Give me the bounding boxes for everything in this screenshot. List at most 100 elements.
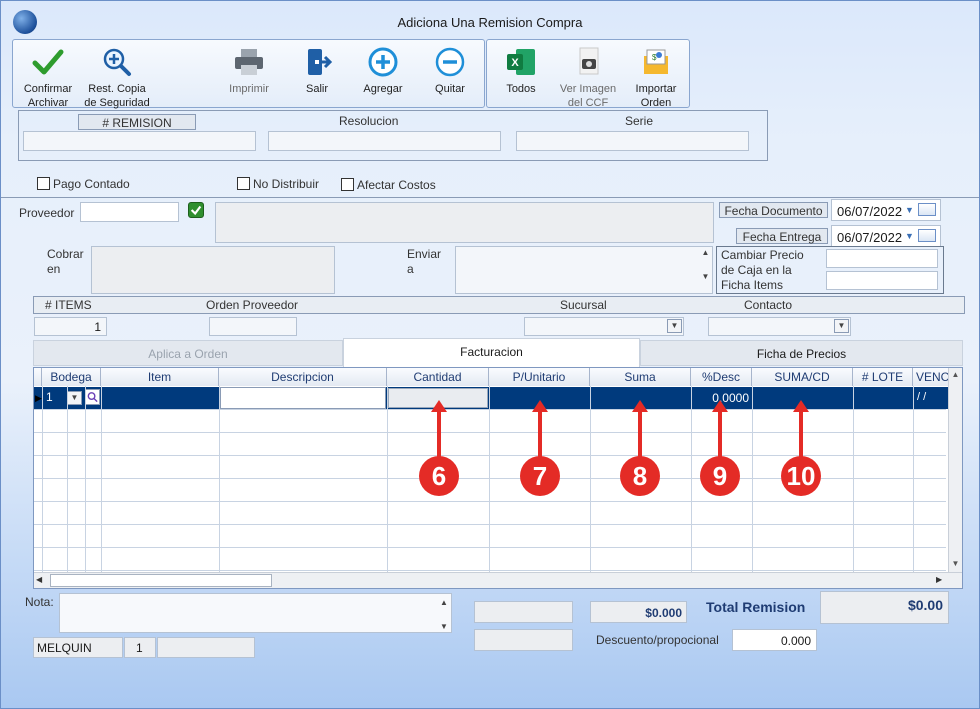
- view-image-label: Ver Imagen del CCF: [559, 83, 617, 109]
- bodega-cell[interactable]: 1: [43, 387, 66, 409]
- marker-9: 9: [700, 456, 740, 496]
- toolbar-main: Confirmar Archivar Rest. Copia de Seguri…: [12, 39, 485, 110]
- items-header-bar: # ITEMS Orden Proveedor Sucursal Contact…: [33, 296, 965, 314]
- resolucion-field[interactable]: [268, 131, 501, 151]
- import-order-icon: $: [644, 49, 668, 74]
- svg-text:$: $: [652, 53, 657, 62]
- afectar-costos-label: Afectar Costos: [357, 178, 436, 192]
- add-label: Agregar: [363, 83, 403, 95]
- enviar-label: Enviar a: [407, 247, 442, 276]
- tab-aplica-orden[interactable]: Aplica a Orden: [33, 340, 343, 366]
- nota-textarea[interactable]: [59, 593, 452, 633]
- scroll-left-icon[interactable]: ◀: [36, 575, 42, 584]
- cobrar-label: Cobrar en: [47, 247, 84, 276]
- import-order-button[interactable]: $ Importar Orden: [627, 46, 685, 110]
- confirm-archive-button[interactable]: Confirmar Archivar: [16, 46, 80, 110]
- grid-horizontal-scrollbar[interactable]: ◀ ▶: [34, 572, 962, 588]
- grid-header-bodega[interactable]: Bodega: [42, 368, 101, 386]
- scroll-right-icon[interactable]: ▶: [936, 575, 942, 584]
- magnifier-plus-icon: [103, 48, 131, 76]
- descuento-input[interactable]: 0.000: [732, 629, 817, 651]
- printer-icon: [235, 49, 263, 75]
- grid-header-descripcion[interactable]: Descripcion: [219, 368, 387, 386]
- grid-header-lote[interactable]: # LOTE: [853, 368, 913, 386]
- remove-label: Quitar: [435, 83, 465, 95]
- grid-header-venc[interactable]: VENC: [913, 368, 949, 386]
- table-row-selected[interactable]: [34, 387, 948, 409]
- items-grid: Bodega Item Descripcion Cantidad P/Unita…: [33, 367, 963, 589]
- footer-blank-2: [474, 629, 573, 651]
- grid-header-sumacd[interactable]: SUMA/CD: [752, 368, 853, 386]
- remision-field[interactable]: [23, 131, 256, 151]
- tab-facturacion[interactable]: Facturacion: [343, 338, 640, 367]
- tab-ficha-precios[interactable]: Ficha de Precios: [640, 340, 963, 366]
- fecha-documento-dropdown-icon[interactable]: ▼: [905, 205, 914, 215]
- cambiar-precio-label: Cambiar Precio de Caja en la Ficha Items: [721, 248, 804, 292]
- pago-contado-checkbox[interactable]: [37, 177, 50, 190]
- enviar-textarea[interactable]: [455, 246, 713, 294]
- fecha-entrega-dropdown-icon[interactable]: ▼: [905, 231, 914, 241]
- grid-header-suma[interactable]: Suma: [590, 368, 691, 386]
- grid-header-item[interactable]: Item: [101, 368, 219, 386]
- contacto-dropdown-icon[interactable]: ▼: [834, 319, 849, 333]
- excel-all-button[interactable]: X Todos: [493, 46, 549, 96]
- cambiar-precio-field-1[interactable]: [826, 249, 938, 268]
- exit-button[interactable]: Salir: [289, 46, 345, 96]
- marker-7: 7: [520, 456, 560, 496]
- calendar-icon[interactable]: [918, 229, 936, 242]
- grid-header-desc[interactable]: %Desc: [691, 368, 752, 386]
- proveedor-check-icon[interactable]: [188, 202, 204, 218]
- scroll-thumb[interactable]: [50, 574, 272, 587]
- grid-header-punitario[interactable]: P/Unitario: [489, 368, 590, 386]
- bodega-search-icon[interactable]: [85, 389, 100, 405]
- sucursal-select[interactable]: [524, 317, 684, 336]
- descripcion-cell-editing[interactable]: [220, 387, 386, 409]
- proveedor-name-field: [215, 202, 714, 243]
- no-distribuir-checkbox[interactable]: [237, 177, 250, 190]
- descuento-value: 0.000: [780, 634, 811, 648]
- sucursal-label: Sucursal: [560, 298, 607, 312]
- grid-header-cantidad[interactable]: Cantidad: [387, 368, 489, 386]
- nota-scroll[interactable]: ▲ ▼: [438, 597, 450, 631]
- contacto-select[interactable]: [708, 317, 851, 336]
- view-image-button[interactable]: Ver Imagen del CCF: [553, 46, 623, 110]
- grid-row-indicator-header: [34, 368, 42, 386]
- proveedor-input[interactable]: [80, 202, 179, 222]
- proveedor-label: Proveedor: [19, 206, 75, 220]
- grid-vertical-scrollbar[interactable]: ▲ ▼: [948, 368, 962, 572]
- footer-blank-1: [474, 601, 573, 623]
- items-label: # ITEMS: [45, 298, 92, 312]
- row-pointer-icon: ▶: [35, 393, 42, 403]
- total-value: $0.00: [907, 597, 943, 613]
- orden-proveedor-input[interactable]: [209, 317, 297, 336]
- marker-arrow-7: [532, 400, 548, 458]
- remision-panel: # REMISION Resolucion Serie: [18, 110, 768, 161]
- import-order-label: Importar Orden: [635, 83, 677, 109]
- venc-value: / /: [917, 391, 927, 403]
- scroll-down-icon[interactable]: ▼: [949, 557, 962, 571]
- remove-button[interactable]: Quitar: [422, 46, 478, 96]
- scroll-up-icon[interactable]: ▲: [949, 368, 962, 382]
- items-count-field: 1: [34, 317, 107, 336]
- marker-10: 10: [781, 456, 821, 496]
- afectar-costos-checkbox[interactable]: [341, 178, 354, 191]
- marker-6: 6: [419, 456, 459, 496]
- sucursal-dropdown-icon[interactable]: ▼: [667, 319, 682, 333]
- bodega-dropdown-icon[interactable]: ▼: [67, 391, 82, 405]
- contacto-label: Contacto: [744, 298, 793, 312]
- cambiar-precio-field-2[interactable]: [826, 271, 938, 290]
- serie-field[interactable]: [516, 131, 749, 151]
- restore-backup-button[interactable]: Rest. Copia de Seguridad: [81, 46, 153, 110]
- user-value: MELQUIN: [37, 641, 92, 655]
- fecha-entrega-value: 06/07/2022: [837, 230, 903, 245]
- print-button[interactable]: Imprimir: [221, 46, 277, 96]
- enviar-scroll[interactable]: ▲ ▼: [699, 247, 712, 293]
- calendar-icon[interactable]: [918, 203, 936, 216]
- bodega-value: 1: [46, 390, 53, 404]
- marker-arrow-8: [632, 400, 648, 458]
- exit-door-icon: [308, 49, 333, 75]
- add-button[interactable]: Agregar: [354, 46, 412, 96]
- nota-label: Nota:: [25, 595, 54, 609]
- pago-contado-label: Pago Contado: [53, 177, 130, 191]
- checkmark-icon: [32, 49, 64, 75]
